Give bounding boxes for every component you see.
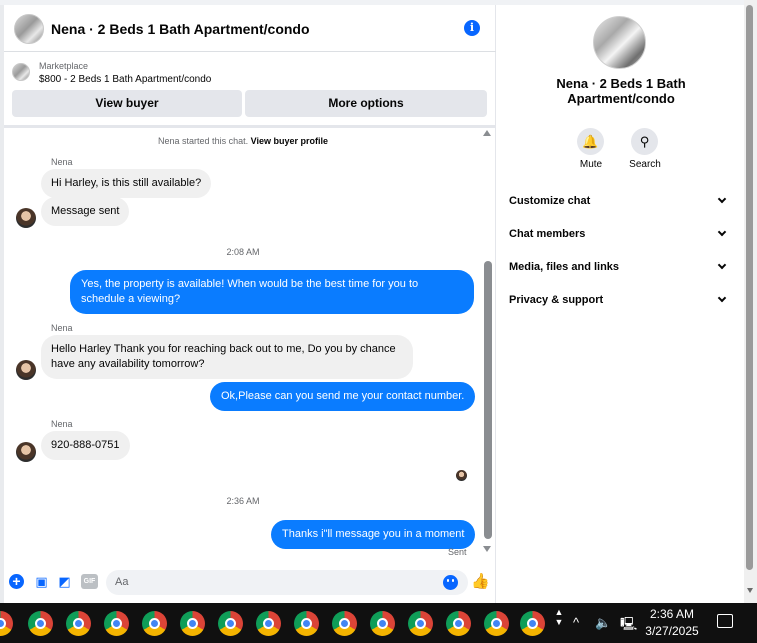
scroll-down-arrow-icon[interactable]: [747, 588, 753, 593]
chrome-icon[interactable]: [256, 611, 281, 636]
page-scrollbar-thumb[interactable]: [746, 5, 753, 570]
marketplace-banner: Marketplace $800 - 2 Beds 1 Bath Apartme…: [4, 53, 496, 128]
notification-icon[interactable]: [717, 614, 733, 628]
timestamp: 2:08 AM: [226, 247, 260, 257]
chrome-icon[interactable]: [294, 611, 319, 636]
chat-start-text: Nena started this chat.: [158, 136, 249, 146]
section-label: Customize chat: [509, 195, 591, 207]
chrome-icon[interactable]: [66, 611, 91, 636]
windows-taskbar: ▲ ▼ ^ 🔈 🖳 2:36 AM 3/27/2025: [0, 603, 757, 643]
info-icon[interactable]: i: [464, 20, 480, 36]
network-icon[interactable]: 🖳: [620, 615, 637, 637]
chevron-down-icon: [717, 194, 727, 204]
message-line: Yes, the property is available! When wou…: [81, 278, 419, 290]
chrome-icon[interactable]: [484, 611, 509, 636]
chrome-icon[interactable]: [446, 611, 471, 636]
emoji-icon[interactable]: [443, 575, 458, 590]
chat-header: Nena · 2 Beds 1 Bath Apartment/condo i: [4, 5, 496, 52]
panel-title: Nena · 2 Beds 1 Bath Apartment/condo: [556, 76, 686, 106]
mute-label[interactable]: Mute: [571, 159, 611, 170]
scrollbar-thumb[interactable]: [484, 261, 492, 539]
bell-icon[interactable]: 🔔: [577, 128, 604, 155]
message-bubble-incoming[interactable]: 920-888-0751: [41, 431, 130, 460]
message-bubble-incoming[interactable]: Hello Harley Thank you for reaching back…: [41, 335, 413, 379]
listing-avatar-large[interactable]: [593, 16, 646, 69]
clock-date: 3/27/2025: [645, 624, 699, 638]
page-scrollbar[interactable]: [744, 0, 757, 603]
chat-start-note: Nena started this chat. View buyer profi…: [4, 136, 482, 146]
sender-name: Nena: [51, 157, 73, 167]
chrome-icon[interactable]: [0, 611, 13, 636]
sender-avatar[interactable]: [16, 208, 36, 228]
sender-avatar[interactable]: [16, 442, 36, 462]
chat-details-panel: Nena · 2 Beds 1 Bath Apartment/condo 🔔 ⚲…: [497, 5, 744, 603]
section-chat-members[interactable]: Chat members: [509, 224, 731, 244]
read-receipt-avatar: [456, 470, 467, 481]
message-line: schedule a viewing?: [81, 293, 181, 305]
sender-avatar[interactable]: [16, 360, 36, 380]
more-options-button[interactable]: More options: [245, 90, 487, 117]
message-line: Hello Harley Thank you for reaching back…: [51, 343, 396, 355]
chrome-icon[interactable]: [180, 611, 205, 636]
sender-name: Nena: [51, 419, 73, 429]
chrome-icon[interactable]: [104, 611, 129, 636]
marketplace-label: Marketplace: [39, 61, 89, 71]
message-bubble-incoming[interactable]: Message sent: [41, 197, 130, 226]
thumbs-up-icon[interactable]: 👍: [471, 573, 490, 591]
section-media-files-links[interactable]: Media, files and links: [509, 257, 731, 277]
gif-icon[interactable]: GIF: [81, 574, 98, 589]
show-hidden-icons-icon[interactable]: ^: [573, 615, 579, 630]
chevron-down-icon: [717, 293, 727, 303]
view-buyer-profile-link[interactable]: View buyer profile: [251, 136, 328, 146]
message-input[interactable]: Aa: [106, 570, 468, 595]
sticker-icon[interactable]: ◩: [57, 574, 72, 589]
message-bubble-outgoing[interactable]: Thanks i"ll message you in a moment: [271, 520, 476, 549]
message-bubble-incoming[interactable]: Hi Harley, is this still available?: [41, 169, 212, 198]
photo-icon[interactable]: ▣: [34, 574, 49, 589]
section-customize-chat[interactable]: Customize chat: [509, 191, 731, 211]
message-bubble-outgoing[interactable]: Ok,Please can you send me your contact n…: [210, 382, 476, 411]
composer: + ▣ ◩ GIF Aa 👍: [4, 565, 496, 603]
chrome-icon[interactable]: [332, 611, 357, 636]
scroll-up-arrow-icon[interactable]: [483, 130, 491, 136]
chrome-icon[interactable]: [370, 611, 395, 636]
message-list: Nena started this chat. View buyer profi…: [4, 128, 496, 563]
chrome-icon[interactable]: [520, 611, 545, 636]
section-privacy-support[interactable]: Privacy & support: [509, 290, 731, 310]
chrome-icon[interactable]: [408, 611, 433, 636]
search-label[interactable]: Search: [625, 159, 665, 170]
section-label: Privacy & support: [509, 294, 604, 306]
listing-avatar[interactable]: [14, 14, 44, 44]
plus-icon[interactable]: +: [9, 574, 24, 589]
sender-name: Nena: [51, 323, 73, 333]
listing-thumbnail: [12, 63, 30, 81]
messenger-window: Nena · 2 Beds 1 Bath Apartment/condo i M…: [0, 0, 757, 603]
message-bubble-outgoing[interactable]: Yes, the property is available! When wou…: [70, 270, 474, 314]
volume-icon[interactable]: 🔈: [595, 615, 611, 631]
clock-time: 2:36 AM: [649, 607, 695, 621]
chevron-down-icon: [717, 227, 727, 237]
system-clock[interactable]: 2:36 AM 3/27/2025: [640, 606, 704, 640]
taskbar-scroll-arrows[interactable]: ▲ ▼: [553, 607, 565, 641]
timestamp: 2:36 AM: [226, 496, 260, 506]
chat-title[interactable]: Nena · 2 Beds 1 Bath Apartment/condo: [51, 21, 310, 37]
chrome-icon[interactable]: [28, 611, 53, 636]
search-icon[interactable]: ⚲: [631, 128, 658, 155]
chevron-down-icon: [717, 260, 727, 270]
message-line: have any availability tomorrow?: [51, 358, 205, 370]
view-buyer-button[interactable]: View buyer: [12, 90, 242, 117]
sent-status: Sent: [448, 547, 467, 557]
chat-column: Nena · 2 Beds 1 Bath Apartment/condo i M…: [4, 5, 496, 603]
section-label: Media, files and links: [509, 261, 620, 273]
section-label: Chat members: [509, 228, 586, 240]
chrome-icon[interactable]: [218, 611, 243, 636]
scroll-down-arrow-icon[interactable]: [483, 546, 491, 552]
chrome-icon[interactable]: [142, 611, 167, 636]
listing-title[interactable]: $800 - 2 Beds 1 Bath Apartment/condo: [39, 74, 211, 85]
